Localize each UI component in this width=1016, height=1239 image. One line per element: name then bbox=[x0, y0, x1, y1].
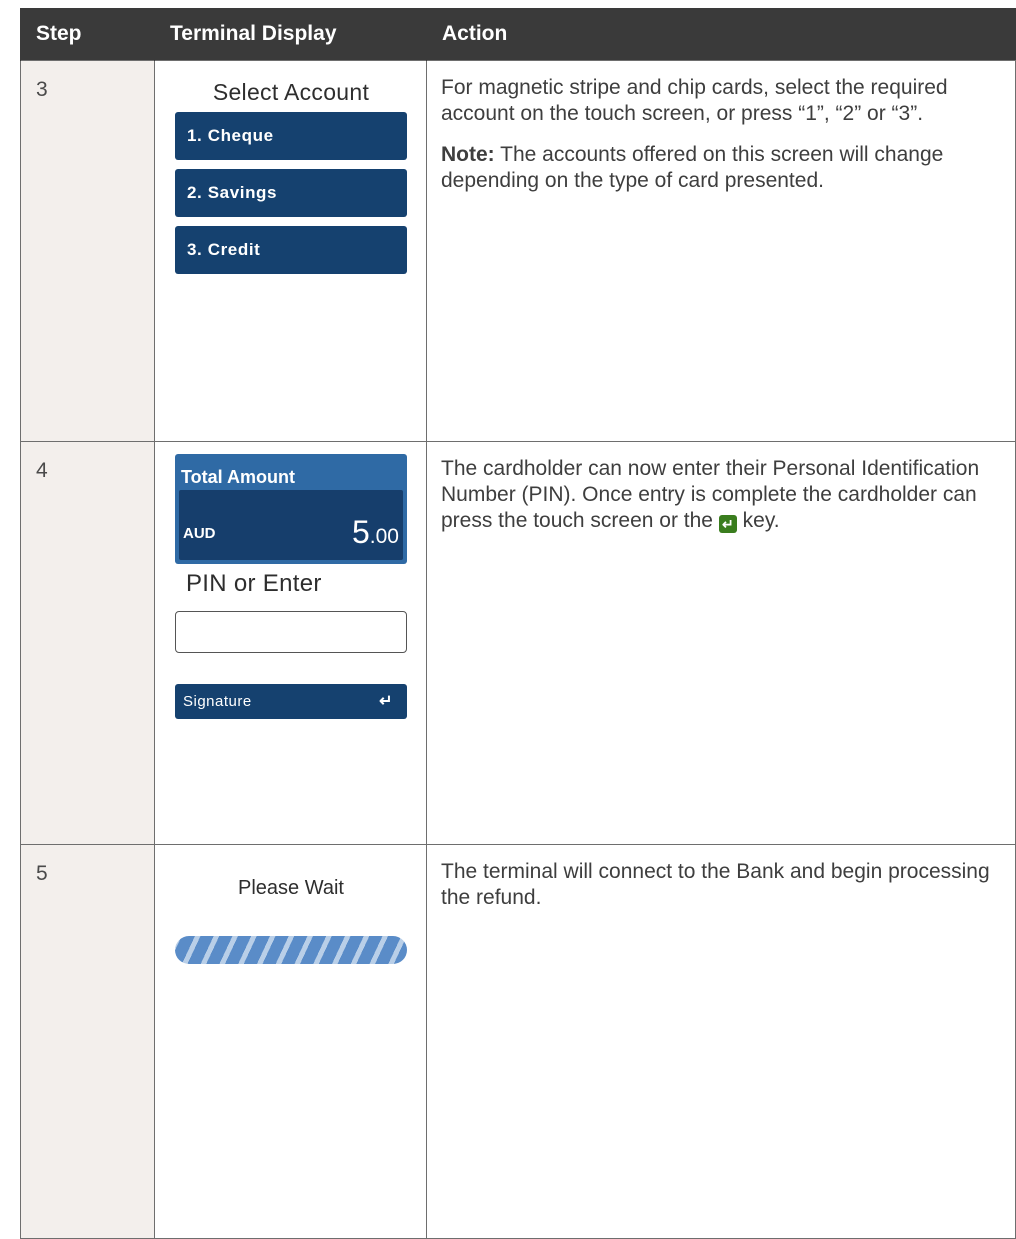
action-cell: For magnetic stripe and chip cards, sele… bbox=[426, 60, 1016, 442]
procedure-table: Step Terminal Display Action 3 Select Ac… bbox=[20, 8, 1016, 1239]
total-amount-label: Total Amount bbox=[181, 467, 295, 487]
currency-label: AUD bbox=[183, 525, 216, 542]
action-text-after-icon: key. bbox=[736, 509, 780, 532]
action-text: For magnetic stripe and chip cards, sele… bbox=[441, 76, 948, 125]
amount-cents: .00 bbox=[369, 525, 399, 548]
progress-bar bbox=[175, 936, 407, 964]
procedure-table-container: Step Terminal Display Action 3 Select Ac… bbox=[20, 8, 1016, 1239]
terminal-screen-please-wait: Please Wait bbox=[155, 845, 427, 1238]
amount-value: 5.00 bbox=[352, 515, 399, 554]
step-number: 3 bbox=[20, 60, 155, 442]
header-action: Action bbox=[426, 8, 1016, 61]
table-row: 4 Total Amount AUD 5.00 PIN or Enter Sig… bbox=[20, 441, 1016, 845]
terminal-display-cell: Total Amount AUD 5.00 PIN or Enter Signa… bbox=[154, 441, 427, 845]
header-step: Step bbox=[20, 8, 155, 61]
cheque-account-button[interactable]: 1. Cheque bbox=[175, 112, 407, 160]
credit-account-button[interactable]: 3. Credit bbox=[175, 226, 407, 274]
table-row: 3 Select Account 1. Cheque 2. Savings 3.… bbox=[20, 60, 1016, 442]
amount-display: AUD 5.00 bbox=[179, 490, 403, 560]
pin-input[interactable] bbox=[175, 611, 407, 653]
terminal-display-cell: Select Account 1. Cheque 2. Savings 3. C… bbox=[154, 60, 427, 442]
pin-or-enter-title: PIN or Enter bbox=[186, 570, 322, 597]
select-account-title: Select Account bbox=[212, 79, 370, 105]
action-text: The cardholder can now enter their Perso… bbox=[441, 456, 1001, 534]
step-number: 5 bbox=[20, 844, 155, 1239]
total-amount-panel: Total Amount AUD 5.00 bbox=[175, 454, 407, 564]
terminal-display-cell: Please Wait bbox=[154, 844, 427, 1239]
action-cell: The terminal will connect to the Bank an… bbox=[426, 844, 1016, 1239]
signature-button[interactable]: Signature ↵ bbox=[175, 684, 407, 719]
enter-icon: ↵ bbox=[379, 693, 393, 710]
terminal-screen-pin-entry: Total Amount AUD 5.00 PIN or Enter Signa… bbox=[155, 442, 427, 844]
header-terminal-display: Terminal Display bbox=[154, 8, 427, 61]
action-cell: The cardholder can now enter their Perso… bbox=[426, 441, 1016, 845]
note-text: The accounts offered on this screen will… bbox=[441, 143, 944, 192]
action-text: The terminal will connect to the Bank an… bbox=[441, 860, 990, 909]
table-row: 5 Please Wait The terminal will connect … bbox=[20, 844, 1016, 1239]
terminal-screen-select-account: Select Account 1. Cheque 2. Savings 3. C… bbox=[155, 61, 427, 441]
action-text-before-icon: The cardholder can now enter their Perso… bbox=[441, 457, 980, 532]
amount-whole: 5 bbox=[352, 514, 370, 550]
table-header-row: Step Terminal Display Action bbox=[20, 8, 1016, 61]
signature-label: Signature bbox=[183, 693, 252, 710]
savings-account-button[interactable]: 2. Savings bbox=[175, 169, 407, 217]
please-wait-title: Please Wait bbox=[238, 877, 344, 899]
enter-key-icon: ↵ bbox=[718, 515, 737, 533]
note-label: Note: bbox=[441, 143, 495, 166]
action-note: Note: The accounts offered on this scree… bbox=[441, 142, 1001, 194]
step-number: 4 bbox=[20, 441, 155, 845]
